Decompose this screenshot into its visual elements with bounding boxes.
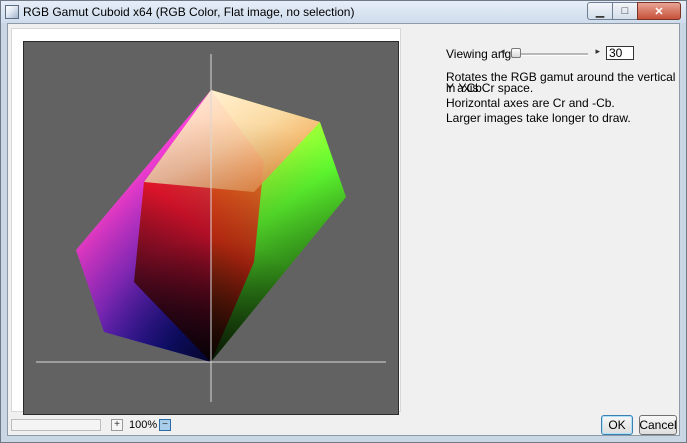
info-text-line4: Larger images take longer to draw. [446, 111, 631, 125]
viewing-angle-slider[interactable]: ◂ ▸ [500, 46, 600, 60]
viewing-angle-input[interactable]: 30 [606, 46, 634, 60]
minimize-button[interactable]: ▁ [587, 2, 613, 20]
slider-thumb[interactable] [511, 48, 521, 58]
window-title: RGB Gamut Cuboid x64 (RGB Color, Flat im… [23, 5, 355, 19]
title-bar[interactable]: RGB Gamut Cuboid x64 (RGB Color, Flat im… [1, 1, 686, 23]
zoom-out-button[interactable]: − [159, 419, 171, 431]
close-icon: ✕ [654, 5, 664, 18]
caption-buttons: ▁ □ ✕ [587, 2, 681, 20]
maximize-icon: □ [621, 5, 629, 17]
preview-frame [11, 28, 401, 415]
close-button[interactable]: ✕ [637, 2, 681, 20]
maximize-button[interactable]: □ [612, 2, 638, 20]
app-icon [5, 5, 19, 19]
gamut-cuboid-svg [36, 54, 386, 402]
info-text-line3: Horizontal axes are Cr and -Cb. [446, 96, 615, 110]
progress-bar [11, 419, 101, 431]
cancel-button[interactable]: Cancel [639, 415, 677, 435]
minimize-icon: ▁ [595, 5, 605, 18]
slider-left-arrow-icon[interactable]: ◂ [500, 46, 505, 57]
ok-button[interactable]: OK [601, 415, 633, 435]
dialog-client-area: Viewing angle ◂ ▸ 30 Rotates the RGB gam… [7, 23, 680, 436]
slider-right-arrow-icon[interactable]: ▸ [595, 46, 600, 57]
slider-track[interactable] [512, 53, 588, 56]
zoom-in-button[interactable]: + [111, 419, 123, 431]
info-text-line2: in YCbCr space. [446, 81, 534, 95]
dialog-window: RGB Gamut Cuboid x64 (RGB Color, Flat im… [0, 0, 687, 443]
status-bar: + 100% − OK Cancel [8, 415, 679, 435]
gamut-preview-canvas[interactable] [23, 41, 399, 415]
zoom-level: 100% [129, 419, 158, 431]
